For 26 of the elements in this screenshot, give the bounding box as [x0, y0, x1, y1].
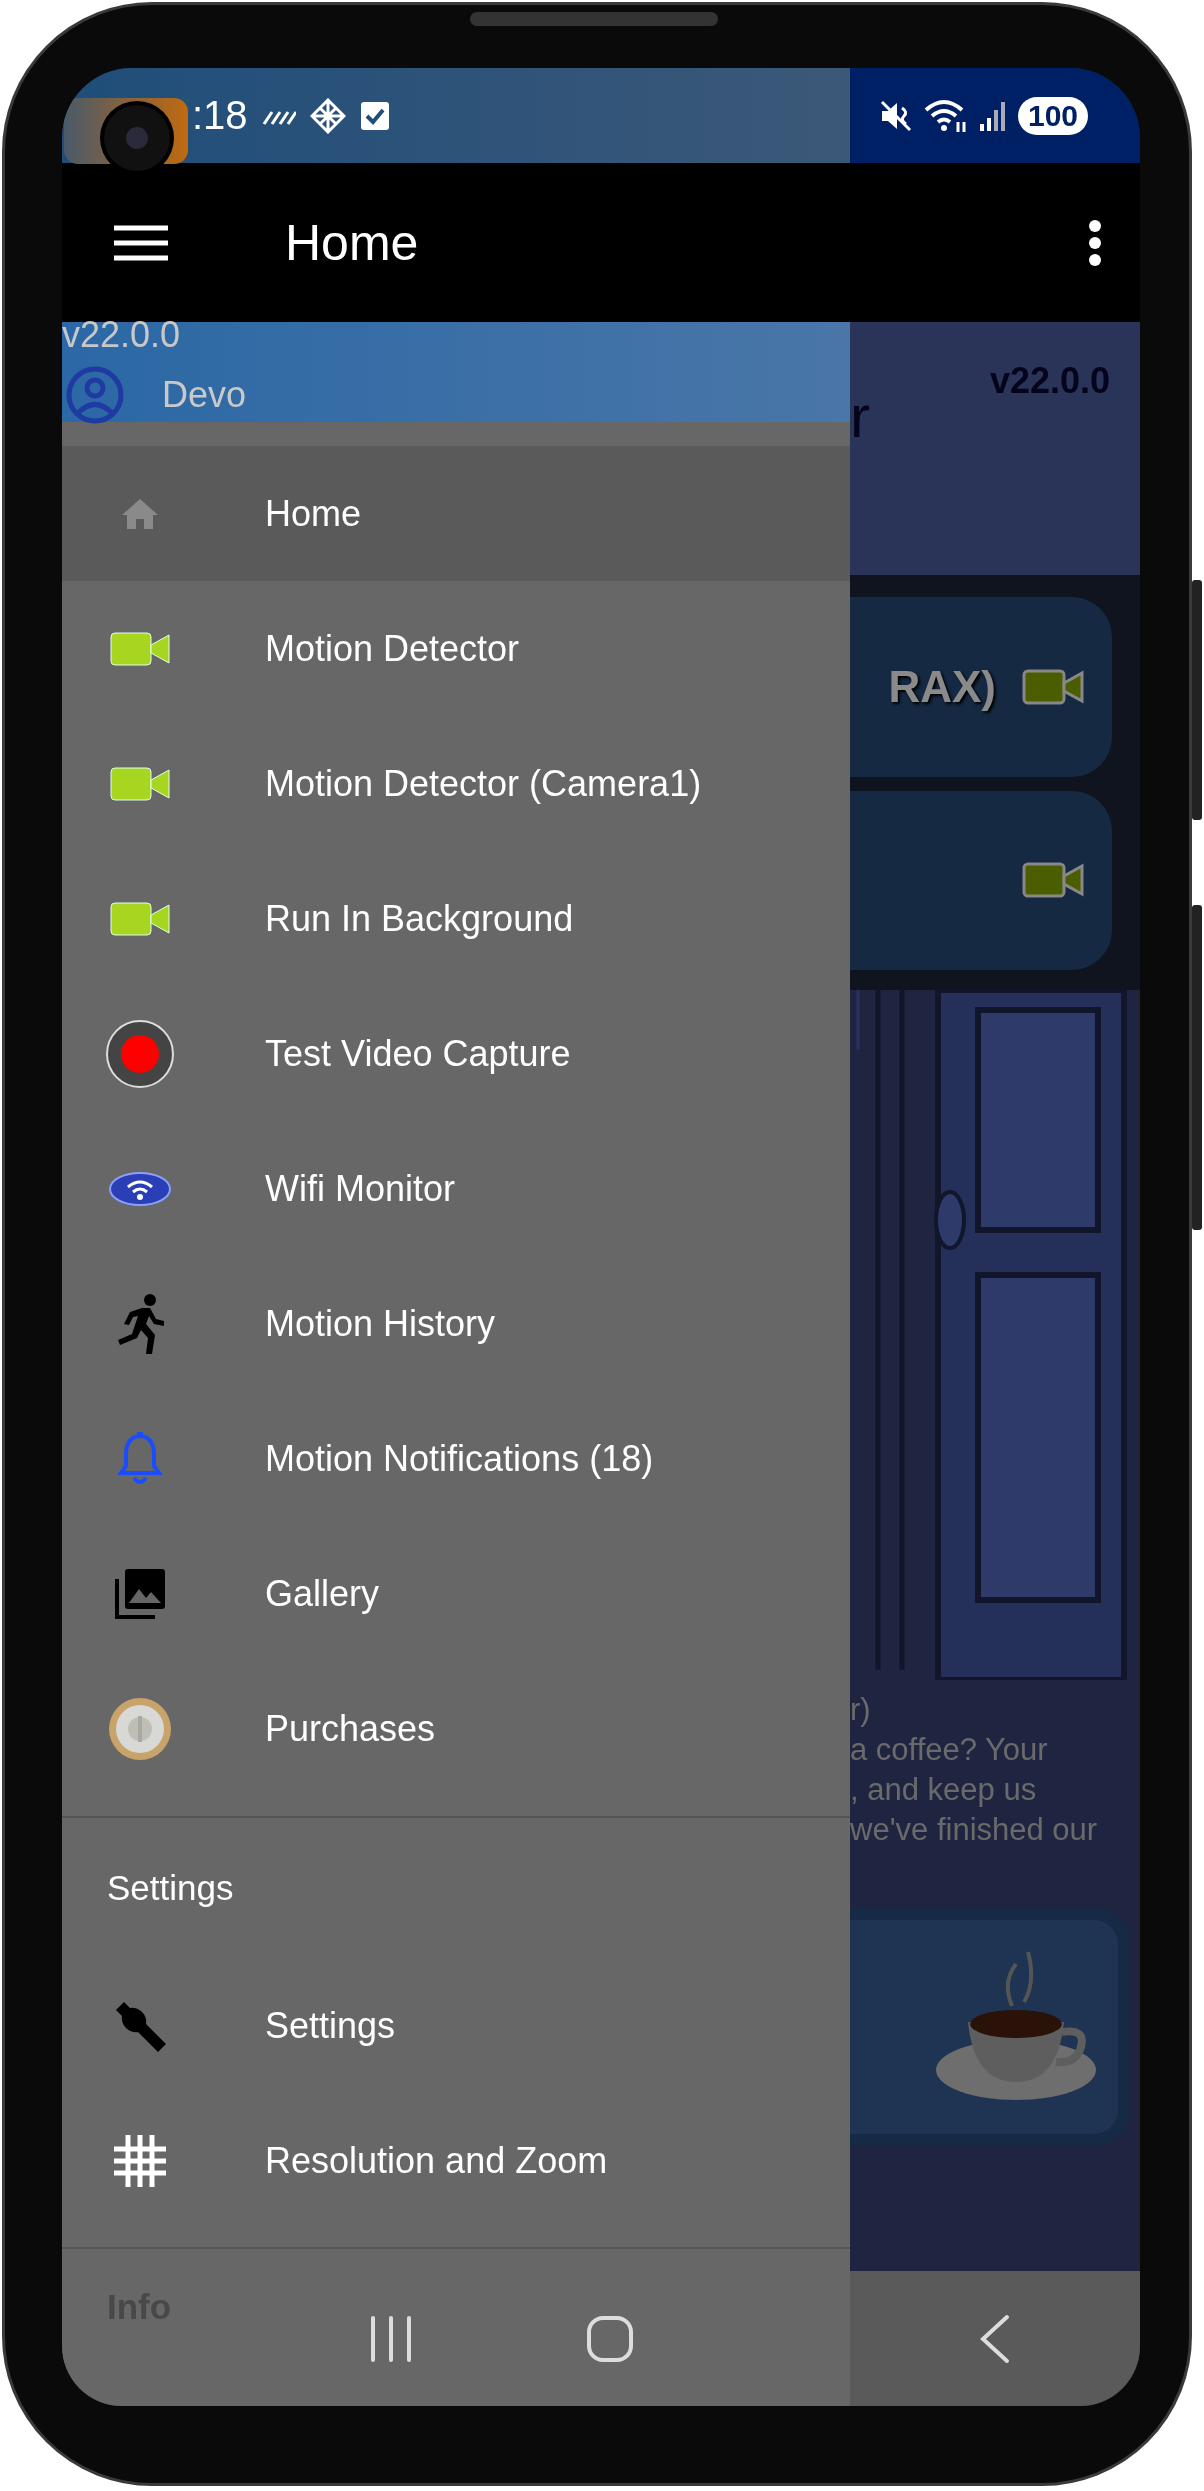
drawer-item[interactable]: Motion Notifications (18)	[62, 1391, 850, 1526]
drawer-item[interactable]: Motion Detector (Camera1)	[62, 716, 850, 851]
version-label: v22.0.0	[989, 360, 1110, 402]
user-name: Devo	[162, 374, 247, 416]
drawer-item[interactable]: Home	[62, 446, 850, 581]
drawer-item[interactable]: Motion History	[62, 1256, 850, 1391]
drawer-item[interactable]: Settings	[62, 1958, 850, 2093]
card-title: RAX)	[888, 661, 996, 712]
message-line: we've finished our	[850, 1811, 1099, 1849]
drawer-item[interactable]: Resolution and Zoom	[62, 2093, 850, 2228]
camera-card[interactable]: RAX)	[850, 597, 1112, 777]
section-header: Settings	[107, 1868, 234, 1908]
heading-text: r	[850, 382, 870, 451]
message-line: a coffee? Your	[850, 1731, 1049, 1769]
drawer-item[interactable]: Purchases	[62, 1661, 850, 1796]
drawer-item[interactable]: Run In Background	[62, 851, 850, 986]
drawer-item[interactable]: Motion Detector	[62, 581, 850, 716]
page-title: Home	[285, 213, 420, 272]
message-line: r)	[850, 1691, 872, 1729]
clock-time: :18	[192, 93, 248, 138]
drawer-item[interactable]: Gallery	[62, 1526, 850, 1661]
version-label: v22.0.0	[62, 314, 181, 356]
drawer-item[interactable]: Wifi Monitor	[62, 1121, 850, 1256]
drawer-item[interactable]: Test Video Capture	[62, 986, 850, 1121]
message-line: , and keep us	[850, 1771, 1038, 1809]
battery-level: 100	[1018, 96, 1089, 135]
